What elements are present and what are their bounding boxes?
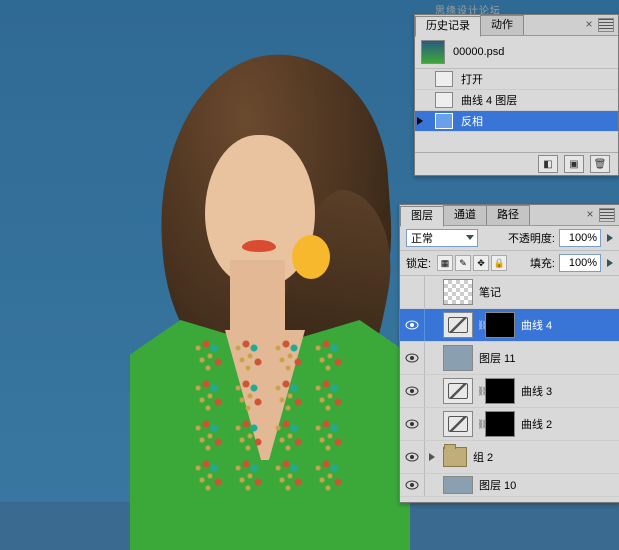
- blend-mode-select[interactable]: 正常: [406, 229, 478, 247]
- panel-collapse-icon[interactable]: ×: [582, 17, 596, 31]
- blend-row: 正常 不透明度: 100%: [400, 226, 619, 251]
- fill-value: 100%: [569, 257, 597, 269]
- layer-row[interactable]: 笔记: [400, 276, 619, 309]
- blend-mode-value: 正常: [411, 230, 433, 246]
- layer-mask-thumb[interactable]: [485, 411, 515, 437]
- delete-state-icon[interactable]: 🗑: [590, 155, 610, 173]
- history-item[interactable]: 打开: [415, 69, 618, 90]
- document-name: 00000.psd: [453, 46, 504, 58]
- layer-list: 笔记 ⛓ 曲线 4 图层 11 ⛓ 曲线 3: [400, 276, 619, 509]
- adjustment-thumb[interactable]: [443, 378, 473, 404]
- lock-row: 锁定: ▦ ✎ ✥ 🔒 填充: 100%: [400, 251, 619, 276]
- tab-actions[interactable]: 动作: [480, 15, 524, 35]
- new-state-icon[interactable]: ▣: [564, 155, 584, 173]
- layer-row[interactable]: ⛓ 曲线 2: [400, 408, 619, 441]
- link-icon[interactable]: ⛓: [477, 320, 485, 331]
- panel-menu-icon[interactable]: [599, 208, 615, 222]
- link-icon[interactable]: ⛓: [477, 419, 485, 430]
- fill-slider-icon[interactable]: [607, 259, 613, 267]
- lock-transparency-icon[interactable]: ▦: [437, 255, 453, 271]
- tab-paths[interactable]: 路径: [486, 205, 530, 225]
- visibility-toggle[interactable]: [400, 408, 425, 440]
- document-thumb: [421, 40, 445, 64]
- layer-row[interactable]: ⛓ 曲线 3: [400, 375, 619, 408]
- layer-name: 笔记: [477, 284, 619, 300]
- lock-position-icon[interactable]: ✥: [473, 255, 489, 271]
- tab-layers[interactable]: 图层: [400, 206, 444, 227]
- visibility-toggle[interactable]: [400, 276, 425, 308]
- history-item[interactable]: 曲线 4 图层: [415, 90, 618, 111]
- photo-figure: [60, 30, 400, 502]
- visibility-toggle[interactable]: [400, 309, 425, 341]
- layer-name: 图层 11: [477, 350, 619, 366]
- adjustment-thumb[interactable]: [443, 312, 473, 338]
- history-item-label: 反相: [461, 113, 483, 129]
- twirl-icon[interactable]: [429, 453, 435, 461]
- panel-collapse-icon[interactable]: ×: [583, 207, 597, 221]
- opacity-value: 100%: [569, 232, 597, 244]
- history-current-marker: [417, 117, 423, 125]
- history-document-row[interactable]: 00000.psd: [415, 36, 618, 69]
- folder-icon[interactable]: [443, 447, 467, 467]
- layer-name: 图层 10: [477, 477, 619, 493]
- layer-row[interactable]: 组 2: [400, 441, 619, 474]
- history-tabs: 历史记录 动作 ×: [415, 15, 618, 36]
- lock-label: 锁定:: [406, 255, 431, 271]
- layer-name: 曲线 3: [519, 383, 619, 399]
- tab-channels[interactable]: 通道: [443, 205, 487, 225]
- history-item-label: 曲线 4 图层: [461, 92, 517, 108]
- visibility-toggle[interactable]: [400, 441, 425, 473]
- layer-mask-thumb[interactable]: [485, 312, 515, 338]
- layer-row[interactable]: ⛓ 曲线 4: [400, 309, 619, 342]
- fill-label: 填充:: [530, 255, 555, 271]
- layer-mask-thumb[interactable]: [485, 378, 515, 404]
- link-icon[interactable]: ⛓: [477, 386, 485, 397]
- layer-thumb[interactable]: [443, 345, 473, 371]
- history-footer: ◧ ▣ 🗑: [415, 152, 618, 175]
- layer-name: 组 2: [471, 449, 619, 465]
- layer-name: 曲线 4: [519, 317, 619, 333]
- visibility-toggle[interactable]: [400, 375, 425, 407]
- open-icon: [435, 71, 453, 87]
- invert-icon: [435, 113, 453, 129]
- history-item[interactable]: 反相: [415, 111, 618, 132]
- lock-pixels-icon[interactable]: ✎: [455, 255, 471, 271]
- layer-row[interactable]: 图层 11: [400, 342, 619, 375]
- create-snapshot-icon[interactable]: ◧: [538, 155, 558, 173]
- tab-history[interactable]: 历史记录: [415, 16, 481, 37]
- opacity-label: 不透明度:: [508, 230, 555, 246]
- opacity-slider-icon[interactable]: [607, 234, 613, 242]
- layer-name: 曲线 2: [519, 416, 619, 432]
- layer-thumb[interactable]: [443, 476, 473, 494]
- layers-panel: 图层 通道 路径 × 正常 不透明度: 100% 锁定: ▦ ✎ ✥ 🔒 填充:…: [399, 204, 619, 503]
- history-panel: 历史记录 动作 × 00000.psd 打开 曲线 4 图层 反相 ◧ ▣ 🗑: [414, 14, 619, 176]
- layers-tabs: 图层 通道 路径 ×: [400, 205, 619, 226]
- adjustment-thumb[interactable]: [443, 411, 473, 437]
- layer-row[interactable]: 图层 10: [400, 474, 619, 497]
- layer-thumb[interactable]: [443, 279, 473, 305]
- history-item-label: 打开: [461, 71, 483, 87]
- lock-all-icon[interactable]: 🔒: [491, 255, 507, 271]
- opacity-input[interactable]: 100%: [559, 229, 601, 247]
- visibility-toggle[interactable]: [400, 342, 425, 374]
- fill-input[interactable]: 100%: [559, 254, 601, 272]
- layer-icon: [435, 92, 453, 108]
- panel-menu-icon[interactable]: [598, 18, 614, 32]
- visibility-toggle[interactable]: [400, 474, 425, 496]
- history-list: 打开 曲线 4 图层 反相: [415, 69, 618, 132]
